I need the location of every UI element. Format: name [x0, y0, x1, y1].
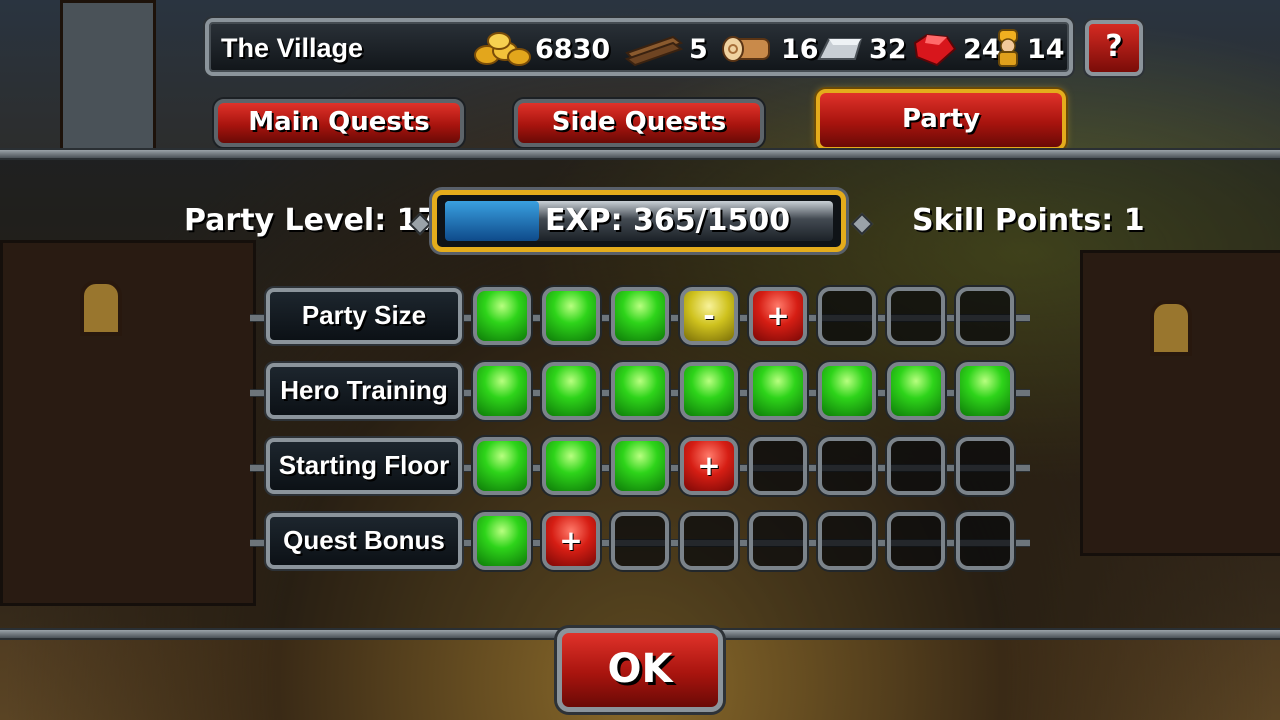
- worker-icon: [998, 29, 1018, 67]
- skill-slot-yellow[interactable]: -: [680, 287, 738, 345]
- tab-party[interactable]: Party: [816, 89, 1066, 151]
- tab-side-quests[interactable]: Side Quests: [514, 99, 764, 147]
- skill-points: Skill Points: 1: [912, 203, 1145, 238]
- skill-slot-green: [818, 362, 876, 420]
- skill-slot-empty: [818, 287, 876, 345]
- help-button[interactable]: ?: [1085, 20, 1143, 76]
- logs-value: 16: [781, 33, 819, 65]
- skill-slot-red[interactable]: +: [749, 287, 807, 345]
- planks-resource: 5: [623, 31, 708, 67]
- plus-icon: +: [697, 449, 721, 482]
- skill-slot-empty: [956, 287, 1014, 345]
- skill-slot-green: [473, 287, 531, 345]
- iron-resource: 32: [815, 31, 907, 67]
- skill-row-label: Party Size: [266, 288, 462, 344]
- skill-slot-empty: [680, 512, 738, 570]
- skill-slot-empty: [611, 512, 669, 570]
- skill-slot-green: [473, 437, 531, 495]
- workers-resource: 14: [993, 26, 1065, 72]
- gold-value: 6830: [535, 33, 611, 65]
- exp-text: EXP: 365/1500: [545, 203, 791, 238]
- skill-row-label: Hero Training: [266, 363, 462, 419]
- skill-slot-empty: [887, 437, 945, 495]
- skill-slot-green: [473, 362, 531, 420]
- skill-slot-empty: [818, 512, 876, 570]
- skill-slot-green: [611, 287, 669, 345]
- skill-slot-empty: [956, 437, 1014, 495]
- exp-bar: EXP: 365/1500: [432, 190, 846, 252]
- gems-resource: 24: [907, 31, 1001, 67]
- iron-ingot-icon: [817, 38, 863, 60]
- skill-slot-empty: [887, 512, 945, 570]
- gold-coins-icon: [474, 32, 531, 66]
- minus-icon: -: [703, 299, 715, 332]
- skill-slot-green: [956, 362, 1014, 420]
- party-level: Party Level: 17: [184, 203, 439, 238]
- skill-slot-green: [749, 362, 807, 420]
- skill-slot-green: [473, 512, 531, 570]
- skill-slot-green: [611, 362, 669, 420]
- resource-bar: The Village 6830 5 16 32 24 14: [205, 18, 1073, 76]
- logs-resource: 16: [719, 31, 819, 67]
- planks-value: 5: [689, 33, 708, 65]
- skill-slot-green: [542, 287, 600, 345]
- skill-slot-red[interactable]: +: [680, 437, 738, 495]
- plus-icon: +: [559, 524, 583, 557]
- gold-resource: 6830: [473, 31, 610, 67]
- ok-button[interactable]: OK: [557, 628, 723, 712]
- workers-value: 14: [1027, 33, 1065, 65]
- skill-slot-empty: [749, 437, 807, 495]
- skill-slot-green: [887, 362, 945, 420]
- skill-slot-empty: [887, 287, 945, 345]
- iron-value: 32: [869, 33, 907, 65]
- skill-slot-empty: [956, 512, 1014, 570]
- skill-row-label: Starting Floor: [266, 438, 462, 494]
- wood-planks-icon: [624, 35, 684, 67]
- skill-slot-empty: [749, 512, 807, 570]
- log-icon: [722, 36, 770, 62]
- skill-slot-green: [542, 362, 600, 420]
- skill-slot-red[interactable]: +: [542, 512, 600, 570]
- top-divider: [0, 148, 1280, 160]
- skill-slot-green: [542, 437, 600, 495]
- skill-row-label: Quest Bonus: [266, 513, 462, 569]
- skill-slot-empty: [818, 437, 876, 495]
- skill-slot-green: [611, 437, 669, 495]
- skill-slot-green: [680, 362, 738, 420]
- plus-icon: +: [766, 299, 790, 332]
- red-gem-icon: [913, 33, 957, 67]
- tab-main-quests[interactable]: Main Quests: [214, 99, 464, 147]
- location-title: The Village: [221, 33, 364, 63]
- exp-fill: [445, 201, 539, 241]
